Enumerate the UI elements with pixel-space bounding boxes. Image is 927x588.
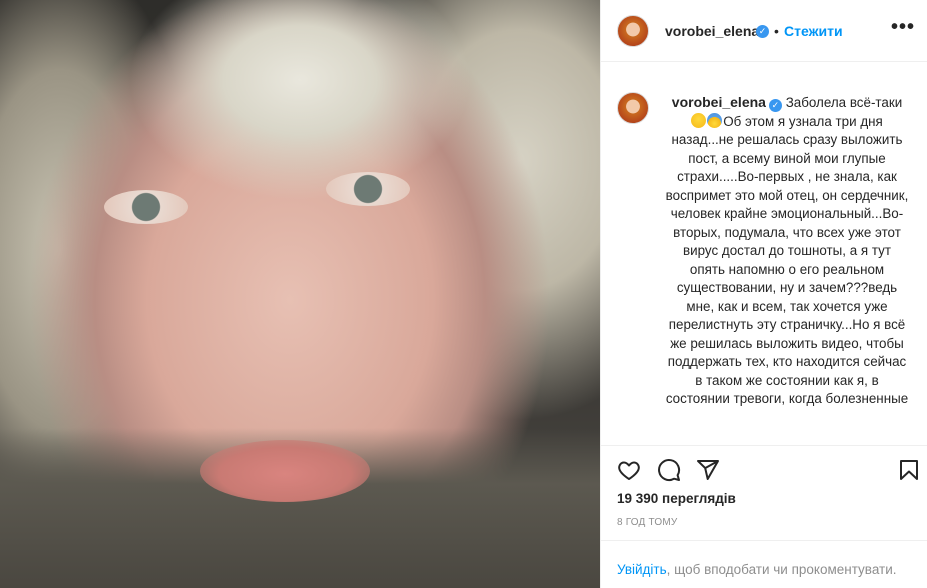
caption-text: vorobei_elena ✓ Заболела всё-таки Об этом… bbox=[665, 93, 909, 409]
caption-username[interactable]: vorobei_elena bbox=[672, 94, 766, 110]
login-prompt: Увійдіть, щоб вподобати чи прокоментуват… bbox=[601, 540, 927, 588]
header-username[interactable]: vorobei_elena bbox=[665, 23, 759, 39]
post-sidebar: vorobei_elena ✓ • Стежити ••• vorobei_el… bbox=[600, 0, 927, 588]
video-frame-detail bbox=[200, 440, 370, 502]
follow-button[interactable]: Стежити bbox=[784, 23, 843, 39]
caption-text-part: Заболела всё-таки bbox=[785, 95, 903, 110]
more-options-icon[interactable]: ••• bbox=[891, 16, 915, 39]
heart-icon[interactable] bbox=[617, 458, 641, 482]
video-frame-detail bbox=[326, 172, 410, 206]
post-caption: vorobei_elena ✓ Заболела всё-таки Об этом… bbox=[601, 62, 927, 446]
post-video[interactable] bbox=[0, 0, 600, 588]
verified-badge-icon: ✓ bbox=[768, 99, 782, 112]
grinning-emoji-icon bbox=[691, 112, 707, 128]
separator-dot: • bbox=[774, 23, 779, 39]
login-link[interactable]: Увійдіть bbox=[617, 562, 667, 577]
verified-badge-icon: ✓ bbox=[756, 25, 769, 38]
share-icon[interactable] bbox=[696, 458, 720, 482]
fearful-emoji-icon bbox=[707, 112, 723, 128]
caption-avatar[interactable] bbox=[617, 92, 649, 124]
view-count[interactable]: 19 390 переглядів bbox=[617, 491, 736, 506]
post-actions bbox=[601, 446, 927, 486]
comment-icon[interactable] bbox=[657, 458, 681, 482]
bookmark-icon[interactable] bbox=[897, 458, 921, 482]
login-prompt-rest: , щоб вподобати чи прокоментувати. bbox=[666, 562, 897, 577]
caption-text-part: Об этом я узнала три дня назад...не реша… bbox=[665, 113, 909, 407]
video-frame-detail bbox=[104, 190, 188, 224]
post-header: vorobei_elena ✓ • Стежити ••• bbox=[601, 0, 927, 62]
login-prompt-text: Увійдіть, щоб вподобати чи прокоментуват… bbox=[617, 562, 897, 577]
post-timestamp[interactable]: 8 ГОД ТОМУ bbox=[617, 517, 677, 528]
avatar[interactable] bbox=[617, 15, 649, 47]
